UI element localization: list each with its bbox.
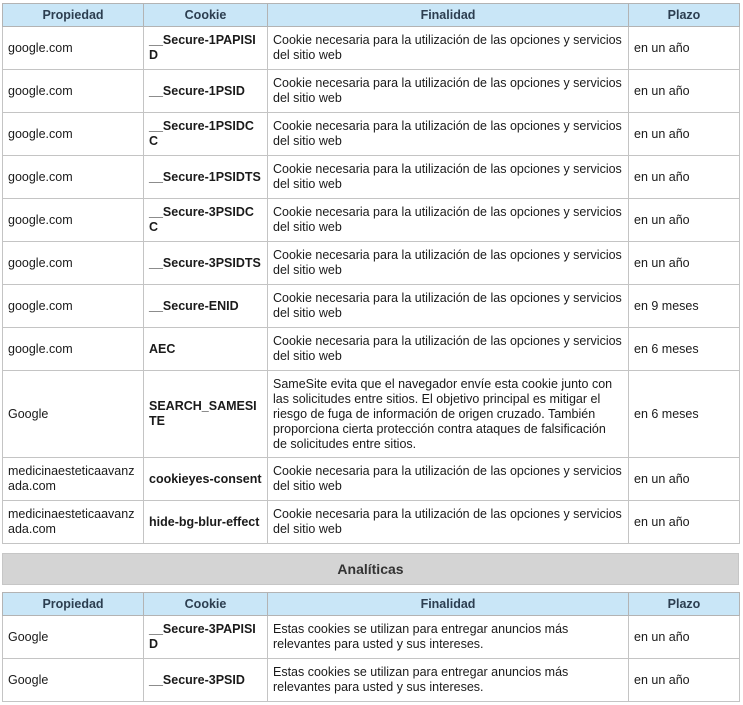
purpose-cell: Cookie necesaria para la utilización de … — [267, 241, 629, 285]
property-cell: google.com — [2, 241, 144, 285]
table-row: google.com __Secure-1PAPISID Cookie nece… — [2, 26, 740, 70]
header-term: Plazo — [628, 592, 740, 616]
header-purpose: Finalidad — [267, 592, 629, 616]
cookie-name-cell: __Secure-1PSIDTS — [143, 155, 268, 199]
property-cell: google.com — [2, 112, 144, 156]
term-cell: en un año — [628, 241, 740, 285]
cookie-name-cell: cookieyes-consent — [143, 457, 268, 501]
purpose-cell: Cookie necesaria para la utilización de … — [267, 500, 629, 544]
header-cookie: Cookie — [143, 592, 268, 616]
cookie-name-cell: __Secure-3PSIDTS — [143, 241, 268, 285]
term-cell: en un año — [628, 155, 740, 199]
purpose-cell: Estas cookies se utilizan para entregar … — [267, 658, 629, 702]
cookie-name-cell: __Secure-3PSIDCC — [143, 198, 268, 242]
purpose-cell: Cookie necesaria para la utilización de … — [267, 112, 629, 156]
purpose-cell: Cookie necesaria para la utilización de … — [267, 155, 629, 199]
cookie-name-cell: __Secure-3PSID — [143, 658, 268, 702]
cookie-name-cell: __Secure-3PAPISID — [143, 615, 268, 659]
property-cell: Google — [2, 615, 144, 659]
term-cell: en un año — [628, 500, 740, 544]
necessary-cookies-table: Propiedad Cookie Finalidad Plazo google.… — [2, 3, 740, 544]
section-heading-analytics: Analíticas — [2, 553, 739, 585]
table-header: Propiedad Cookie Finalidad Plazo — [2, 592, 740, 616]
term-cell: en 6 meses — [628, 327, 740, 371]
table-row: google.com __Secure-3PSIDTS Cookie neces… — [2, 241, 740, 285]
term-cell: en un año — [628, 198, 740, 242]
purpose-cell: Cookie necesaria para la utilización de … — [267, 327, 629, 371]
header-cookie: Cookie — [143, 3, 268, 27]
term-cell: en un año — [628, 615, 740, 659]
purpose-cell: Cookie necesaria para la utilización de … — [267, 198, 629, 242]
section-title: Analíticas — [337, 561, 404, 577]
table-row: medicinaesteticaavanzada.com cookieyes-c… — [2, 457, 740, 501]
table-row: google.com AEC Cookie necesaria para la … — [2, 327, 740, 371]
table-row: Google __Secure-3PSID Estas cookies se u… — [2, 658, 740, 702]
table-row: google.com __Secure-ENID Cookie necesari… — [2, 284, 740, 328]
header-property: Propiedad — [2, 592, 144, 616]
property-cell: medicinaesteticaavanzada.com — [2, 457, 144, 501]
term-cell: en un año — [628, 69, 740, 113]
property-cell: google.com — [2, 69, 144, 113]
cookie-name-cell: SEARCH_SAMESITE — [143, 370, 268, 458]
purpose-cell: Cookie necesaria para la utilización de … — [267, 69, 629, 113]
cookie-name-cell: __Secure-1PAPISID — [143, 26, 268, 70]
term-cell: en un año — [628, 457, 740, 501]
term-cell: en un año — [628, 112, 740, 156]
cookie-name-cell: __Secure-ENID — [143, 284, 268, 328]
cookie-name-cell: hide-bg-blur-effect — [143, 500, 268, 544]
table-row: google.com __Secure-1PSID Cookie necesar… — [2, 69, 740, 113]
property-cell: google.com — [2, 284, 144, 328]
property-cell: google.com — [2, 26, 144, 70]
table-row: Google __Secure-3PAPISID Estas cookies s… — [2, 615, 740, 659]
analytics-cookies-table: Propiedad Cookie Finalidad Plazo Google … — [2, 592, 740, 702]
term-cell: en un año — [628, 658, 740, 702]
purpose-cell: SameSite evita que el navegador envíe es… — [267, 370, 629, 458]
cookie-name-cell: __Secure-1PSID — [143, 69, 268, 113]
cookie-name-cell: AEC — [143, 327, 268, 371]
property-cell: google.com — [2, 327, 144, 371]
header-purpose: Finalidad — [267, 3, 629, 27]
table-row: medicinaesteticaavanzada.com hide-bg-blu… — [2, 500, 740, 544]
term-cell: en 9 meses — [628, 284, 740, 328]
table-header: Propiedad Cookie Finalidad Plazo — [2, 3, 740, 27]
term-cell: en un año — [628, 26, 740, 70]
table-row: google.com __Secure-1PSIDTS Cookie neces… — [2, 155, 740, 199]
table-row: Google SEARCH_SAMESITE SameSite evita qu… — [2, 370, 740, 458]
purpose-cell: Estas cookies se utilizan para entregar … — [267, 615, 629, 659]
table-row: google.com __Secure-1PSIDCC Cookie neces… — [2, 112, 740, 156]
cookie-name-cell: __Secure-1PSIDCC — [143, 112, 268, 156]
table-row: google.com __Secure-3PSIDCC Cookie neces… — [2, 198, 740, 242]
purpose-cell: Cookie necesaria para la utilización de … — [267, 26, 629, 70]
property-cell: Google — [2, 370, 144, 458]
header-term: Plazo — [628, 3, 740, 27]
purpose-cell: Cookie necesaria para la utilización de … — [267, 457, 629, 501]
property-cell: google.com — [2, 155, 144, 199]
header-property: Propiedad — [2, 3, 144, 27]
property-cell: medicinaesteticaavanzada.com — [2, 500, 144, 544]
property-cell: Google — [2, 658, 144, 702]
term-cell: en 6 meses — [628, 370, 740, 458]
property-cell: google.com — [2, 198, 144, 242]
purpose-cell: Cookie necesaria para la utilización de … — [267, 284, 629, 328]
